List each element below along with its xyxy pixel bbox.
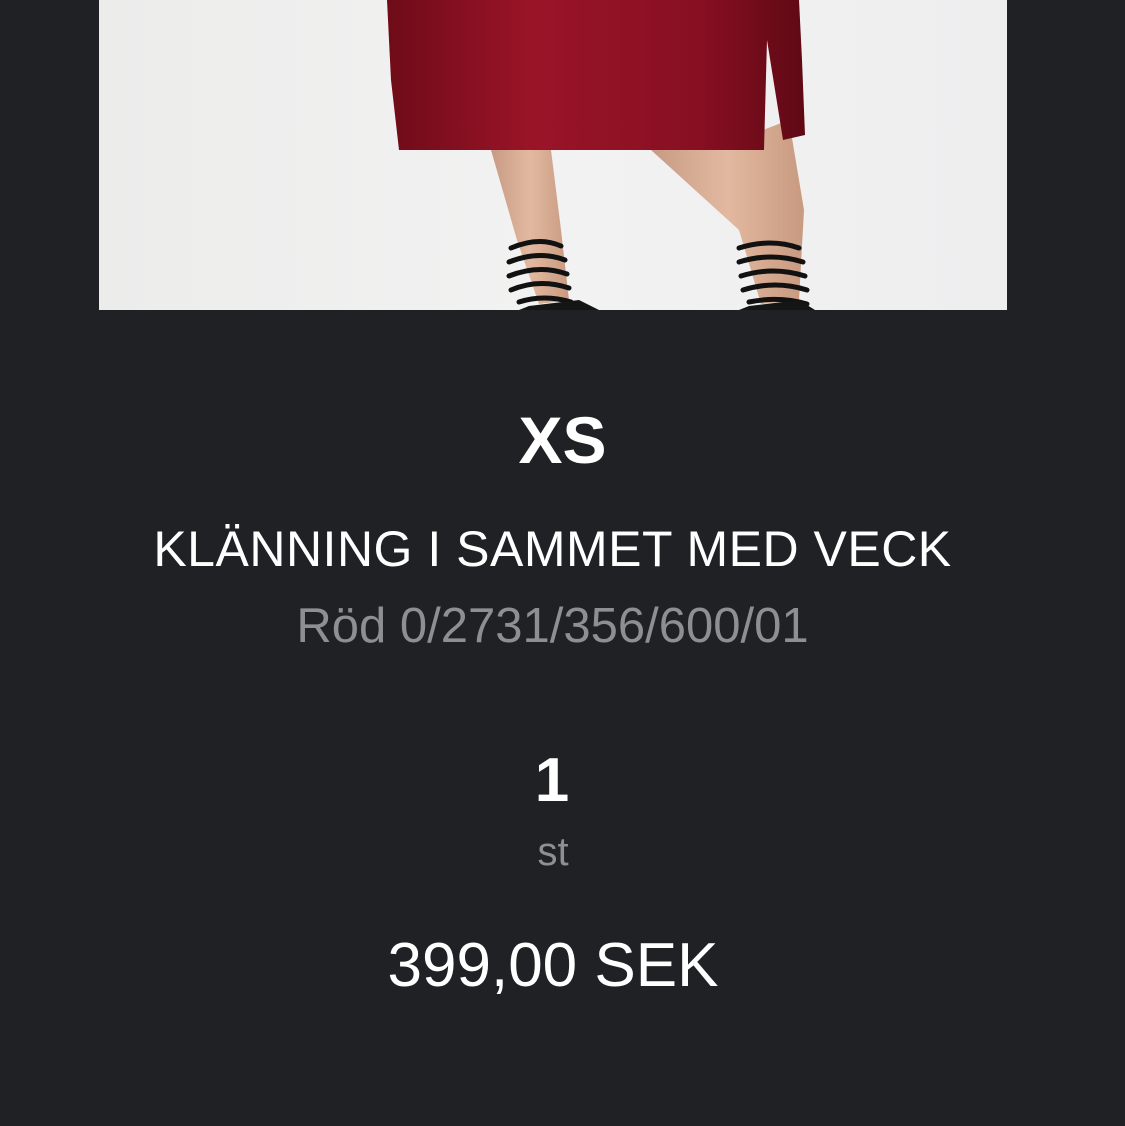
product-color-reference: Röd 0/2731/356/600/01 <box>296 599 809 653</box>
product-size: XS <box>518 403 607 477</box>
product-name[interactable]: KLÄNNING I SAMMET MED VECK <box>0 520 1105 578</box>
quantity-unit: st <box>537 830 569 874</box>
product-quantity: 1 <box>534 746 570 815</box>
product-price: 399,00 SEK <box>387 931 719 1000</box>
order-item-details: XS KLÄNNING I SAMMET MED VECK Röd 0/2731… <box>0 0 1125 1126</box>
